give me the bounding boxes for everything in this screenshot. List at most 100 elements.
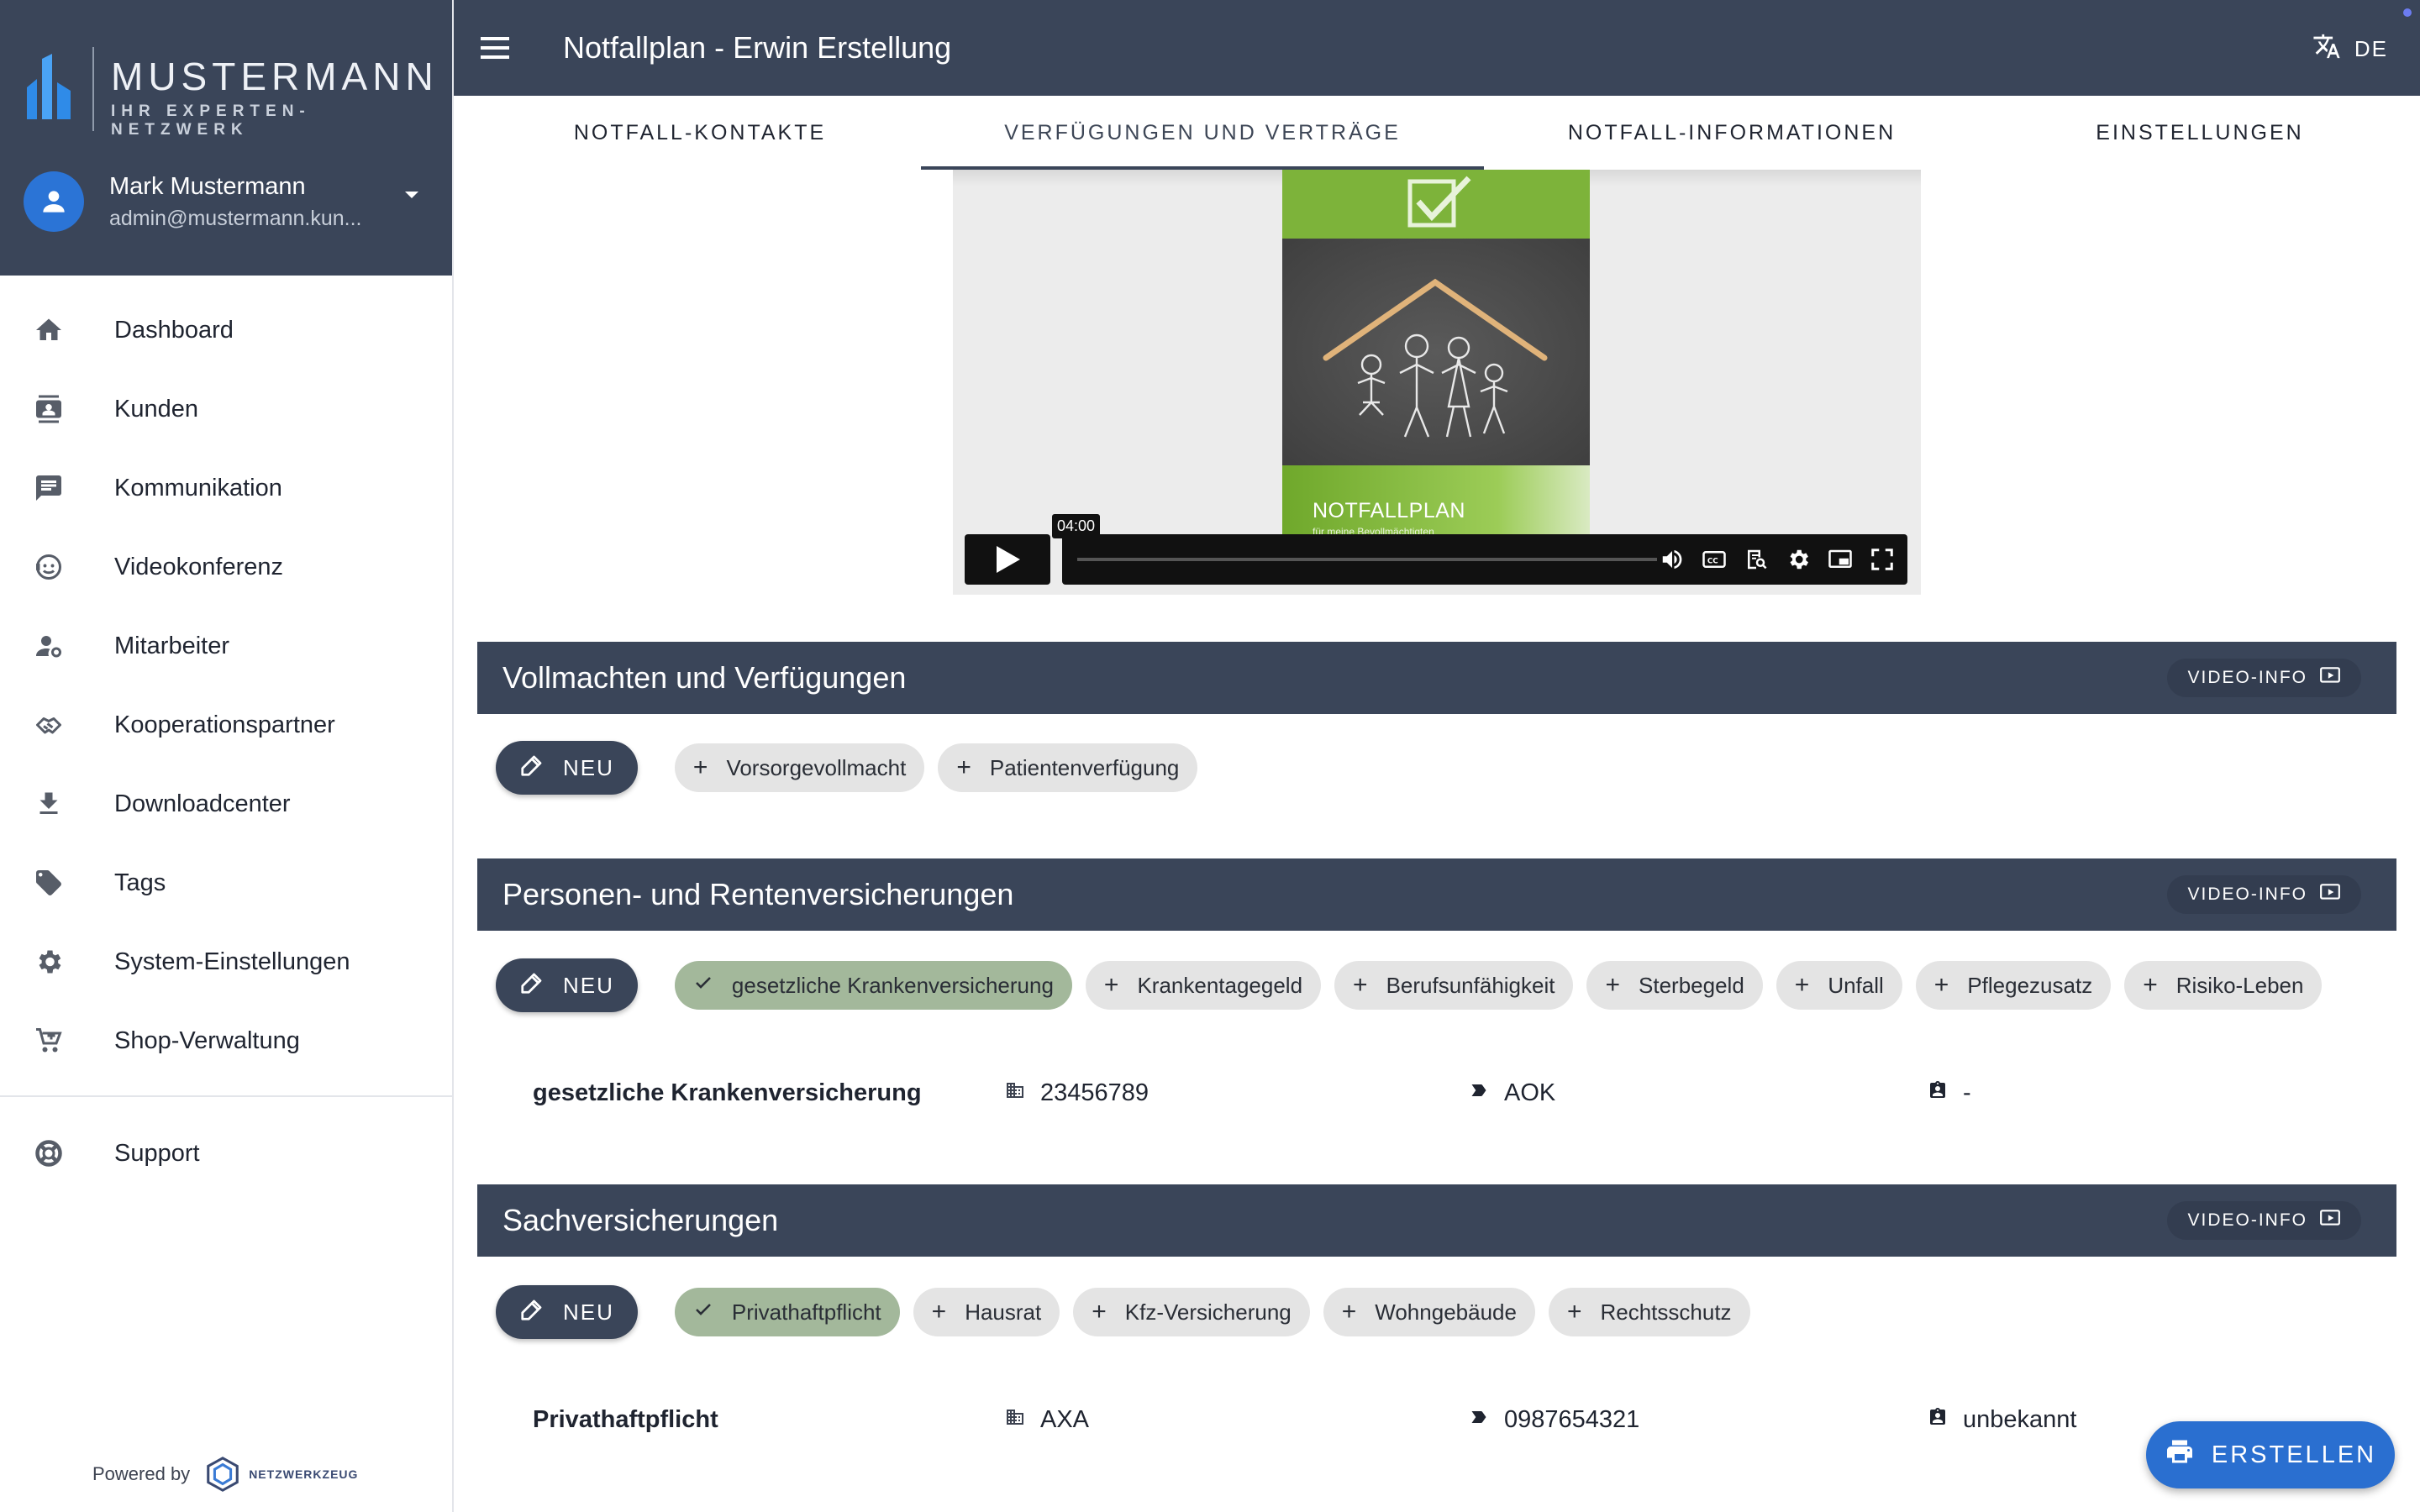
contract-row[interactable]: gesetzliche Krankenversicherung 23456789… — [533, 1069, 2381, 1120]
sidebar-item-downloadcenter[interactable]: Downloadcenter — [0, 764, 452, 843]
video-info-button[interactable]: VIDEO-INFO — [2167, 659, 2361, 697]
chip-pflegezusatz[interactable]: + Pflegezusatz — [1915, 961, 2112, 1010]
label-arrow-icon — [1469, 1079, 1489, 1107]
chip-hausrat[interactable]: + Hausrat — [913, 1288, 1060, 1336]
pen-icon — [519, 970, 544, 1001]
play-button[interactable] — [965, 534, 1050, 585]
video-player[interactable]: NOTFALLPLAN für meine Bevollmächtigten 0… — [953, 170, 1921, 595]
sidebar-item-label: Kooperationspartner — [114, 711, 335, 738]
tab-einstellungen[interactable]: EINSTELLUNGEN — [1980, 96, 2420, 170]
sidebar-item-kommunikation[interactable]: Kommunikation — [0, 449, 452, 528]
sidebar-item-dashboard[interactable]: Dashboard — [0, 291, 452, 370]
plus-icon: + — [1605, 971, 1621, 999]
captions-icon[interactable]: CC — [1701, 544, 1728, 575]
plus-icon: + — [1566, 1298, 1582, 1326]
contract-holder-value: - — [1963, 1079, 1971, 1106]
video-info-button[interactable]: VIDEO-INFO — [2167, 1201, 2361, 1240]
sidebar-nav: Dashboard Kunden Kommunikation Videokonf… — [0, 291, 452, 1193]
chip-privathaftpflicht[interactable]: Privathaftpflicht — [674, 1288, 900, 1336]
tab-verfuegungen-und-vertraege[interactable]: VERFÜGUNGEN UND VERTRÄGE — [921, 96, 1484, 170]
user-menu[interactable]: Mark Mustermann admin@mustermann.kun... — [24, 168, 418, 244]
logo-mark-icon — [27, 54, 71, 119]
plus-icon: + — [1103, 971, 1119, 999]
contract-name: gesetzliche Krankenversicherung — [533, 1079, 922, 1106]
chip-unfall[interactable]: + Unfall — [1776, 961, 1902, 1010]
chip-vorsorgevollmacht[interactable]: + Vorsorgevollmacht — [674, 743, 925, 792]
volume-icon[interactable] — [1659, 544, 1686, 575]
video-thumbnail: NOTFALLPLAN für meine Bevollmächtigten — [1282, 170, 1590, 556]
sidebar-item-label: Mitarbeiter — [114, 632, 229, 659]
create-button[interactable]: ERSTELLEN — [2146, 1421, 2395, 1488]
transcript-icon[interactable] — [1743, 544, 1770, 575]
chip-label: Patientenverfügung — [989, 754, 1180, 780]
new-button[interactable]: NEU — [496, 958, 638, 1012]
plus-icon: + — [931, 1298, 947, 1326]
contract-company: AXA — [1005, 1406, 1089, 1434]
plus-icon: + — [1092, 1298, 1107, 1326]
sidebar-item-videokonferenz[interactable]: Videokonferenz — [0, 528, 452, 606]
netzwerkzeug-logo[interactable]: NETZWERKZEUG — [203, 1455, 358, 1494]
sidebar-item-label: Support — [114, 1139, 200, 1167]
nav-divider — [0, 1095, 452, 1097]
brand-logo[interactable]: MUSTERMANN IHR EXPERTEN-NETZWERK — [24, 42, 444, 139]
tab-notfall-kontakte[interactable]: NOTFALL-KONTAKTE — [454, 96, 946, 170]
settings-icon[interactable] — [1785, 544, 1812, 575]
video-info-label: VIDEO-INFO — [2187, 1210, 2307, 1230]
chip-label: Rechtsschutz — [1600, 1299, 1732, 1325]
contract-provider: AOK — [1469, 1079, 1555, 1107]
chip-berufsunfaehigkeit[interactable]: + Berufsunfähigkeit — [1334, 961, 1574, 1010]
caret-down-icon[interactable] — [405, 192, 418, 198]
lifebuoy-icon — [32, 1137, 66, 1170]
chip-row-vollmachten: NEU + Vorsorgevollmacht + Patientenverfü… — [496, 741, 1211, 795]
menu-icon[interactable] — [481, 31, 514, 65]
netzwerkzeug-logo-icon — [207, 1457, 239, 1492]
fullscreen-icon[interactable] — [1869, 544, 1896, 575]
tag-icon — [32, 866, 66, 900]
download-icon — [32, 787, 66, 821]
powered-by-label: Powered by — [92, 1463, 191, 1484]
new-button[interactable]: NEU — [496, 1285, 638, 1339]
sidebar-item-shop-verwaltung[interactable]: Shop-Verwaltung — [0, 1001, 452, 1080]
picture-in-picture-icon[interactable] — [1827, 544, 1854, 575]
video-play-icon — [2319, 664, 2341, 691]
sidebar: MUSTERMANN IHR EXPERTEN-NETZWERK Mark Mu… — [0, 0, 454, 1512]
chip-krankentagegeld[interactable]: + Krankentagegeld — [1085, 961, 1322, 1010]
chip-gesetzliche-krankenversicherung[interactable]: gesetzliche Krankenversicherung — [674, 961, 1072, 1010]
sidebar-item-mitarbeiter[interactable]: Mitarbeiter — [0, 606, 452, 685]
contract-number: 0987654321 — [1469, 1406, 1639, 1434]
sidebar-item-support[interactable]: Support — [0, 1114, 452, 1193]
language-switcher[interactable]: DE — [2312, 32, 2388, 66]
chip-risiko-leben[interactable]: + Risiko-Leben — [2124, 961, 2323, 1010]
video-control-bar: CC — [1062, 534, 1907, 585]
check-icon — [693, 973, 713, 998]
chip-wohngebaeude[interactable]: + Wohngebäude — [1323, 1288, 1535, 1336]
building-icon — [1005, 1406, 1025, 1434]
chip-patientenverfuegung[interactable]: + Patientenverfügung — [938, 743, 1198, 792]
create-button-label: ERSTELLEN — [2211, 1441, 2377, 1468]
video-progress-bar[interactable] — [1077, 558, 1657, 561]
plus-icon: + — [692, 753, 708, 781]
video-info-label: VIDEO-INFO — [2187, 885, 2307, 904]
video-play-icon — [2319, 881, 2341, 908]
section-header-personenversicherungen: Personen- und Rentenversicherungen VIDEO… — [477, 858, 2396, 931]
chip-rechtsschutz[interactable]: + Rechtsschutz — [1548, 1288, 1750, 1336]
person-icon — [43, 191, 65, 213]
pen-icon — [519, 753, 544, 784]
sidebar-item-system-einstellungen[interactable]: System-Einstellungen — [0, 922, 452, 1001]
sidebar-item-label: Shop-Verwaltung — [114, 1026, 300, 1054]
chip-label: Risiko-Leben — [2175, 972, 2304, 998]
sidebar-item-kunden[interactable]: Kunden — [0, 370, 452, 449]
contract-row[interactable]: Privathaftpflicht AXA 0987654321 unbekan… — [533, 1396, 2112, 1446]
chip-sterbegeld[interactable]: + Sterbegeld — [1586, 961, 1763, 1010]
sidebar-item-label: Kommunikation — [114, 474, 282, 501]
sidebar-item-tags[interactable]: Tags — [0, 843, 452, 922]
chip-label: Hausrat — [965, 1299, 1042, 1325]
chip-row-sachversicherungen: NEU Privathaftpflicht + Hausrat + Kfz-Ve… — [496, 1285, 1764, 1339]
tab-notfall-informationen[interactable]: NOTFALL-INFORMATIONEN — [1484, 96, 1980, 170]
tab-bar: NOTFALL-KONTAKTE VERFÜGUNGEN UND VERTRÄG… — [454, 96, 2420, 170]
chip-label: Krankentagegeld — [1137, 972, 1303, 998]
sidebar-item-kooperationspartner[interactable]: Kooperationspartner — [0, 685, 452, 764]
new-button[interactable]: NEU — [496, 741, 638, 795]
video-info-button[interactable]: VIDEO-INFO — [2167, 875, 2361, 914]
chip-kfz-versicherung[interactable]: + Kfz-Versicherung — [1073, 1288, 1310, 1336]
